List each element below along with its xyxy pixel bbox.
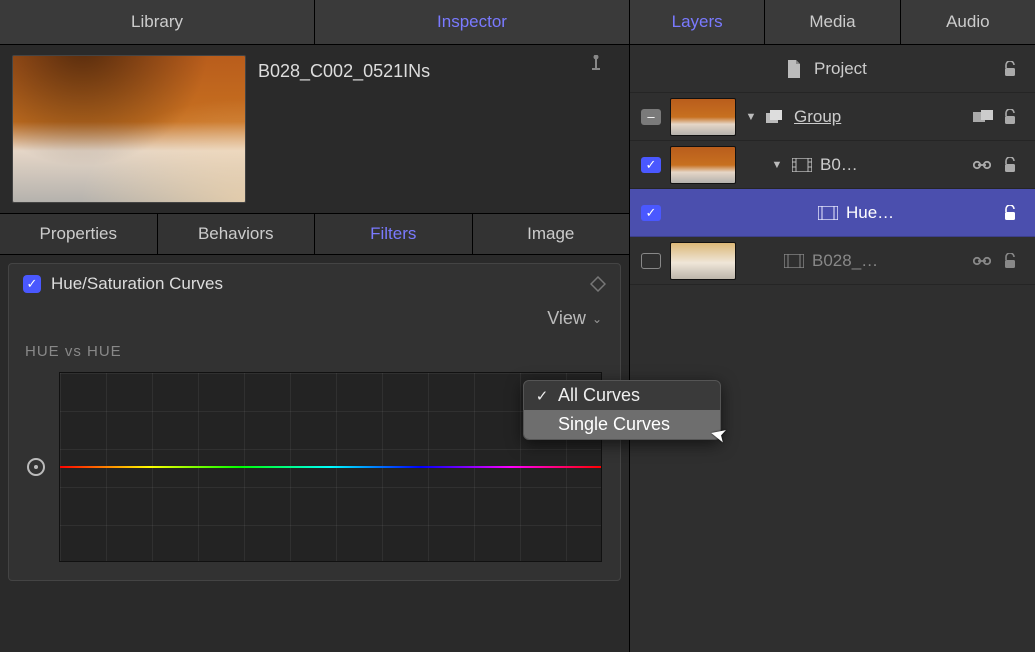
pin-icon[interactable] (589, 55, 617, 77)
lock-icon[interactable] (1003, 205, 1025, 221)
layer-row-clip[interactable]: ✓ ▼ B0… (630, 141, 1035, 189)
layer-name: Hue… (846, 203, 965, 223)
lock-icon[interactable] (1003, 109, 1025, 125)
filter-enable-checkbox[interactable]: ✓ (23, 275, 41, 293)
clip-header: B028_C002_0521INs (0, 45, 629, 213)
film-icon (792, 158, 812, 172)
filter-title: Hue/Saturation Curves (51, 274, 580, 294)
hue-gradient-line (60, 466, 601, 468)
hue-curve-grid[interactable] (59, 372, 602, 562)
link-icon[interactable] (973, 256, 995, 266)
layer-name: B0… (820, 155, 965, 175)
group-icon (766, 110, 786, 124)
menu-item-label: All Curves (558, 385, 640, 406)
chevron-down-icon: ⌄ (592, 312, 602, 326)
layer-row-project[interactable]: Project (630, 45, 1035, 93)
menu-item-label: Single Curves (558, 414, 670, 435)
clip-name: B028_C002_0521INs (246, 55, 589, 88)
layer-thumbnail (670, 146, 736, 184)
clip-thumbnail (12, 55, 246, 203)
layer-name: B028_… (812, 251, 965, 271)
tab-library[interactable]: Library (0, 0, 315, 44)
left-tabbar: Library Inspector (0, 0, 629, 45)
layer-row-clip2[interactable]: B028_… (630, 237, 1035, 285)
document-icon (786, 60, 806, 78)
visibility-toggle[interactable]: ✓ (640, 157, 662, 173)
tab-media[interactable]: Media (765, 0, 900, 44)
lock-icon[interactable] (1003, 253, 1025, 269)
view-dropdown[interactable]: View ⌄ (547, 308, 602, 329)
checkmark-icon: ✓ (534, 387, 550, 405)
link-icon[interactable] (973, 160, 995, 170)
view-dropdown-label: View (547, 308, 586, 329)
film-icon (784, 254, 804, 268)
inspector-subtabs: Properties Behaviors Filters Image (0, 213, 629, 255)
menu-item-single-curves[interactable]: Single Curves (524, 410, 720, 439)
disclosure-triangle-icon[interactable]: ▼ (744, 111, 758, 123)
tab-audio[interactable]: Audio (901, 0, 1035, 44)
tab-inspector[interactable]: Inspector (315, 0, 629, 44)
keyframe-icon[interactable] (590, 276, 606, 292)
visibility-toggle[interactable] (640, 253, 662, 269)
curve-label: HUE vs HUE (23, 339, 606, 372)
film-icon (818, 206, 838, 220)
visibility-toggle[interactable]: – (640, 109, 662, 125)
lock-icon[interactable] (1003, 61, 1025, 77)
layer-name: Group (794, 107, 965, 127)
layer-thumbnail (670, 98, 736, 136)
layer-thumbnail (670, 242, 736, 280)
visibility-toggle[interactable]: ✓ (640, 205, 662, 221)
right-tabbar: Layers Media Audio (630, 0, 1035, 45)
mask-icon[interactable] (973, 110, 995, 124)
tab-layers[interactable]: Layers (630, 0, 765, 44)
layer-name: Project (814, 59, 965, 79)
subtab-filters[interactable]: Filters (315, 214, 473, 254)
lock-icon[interactable] (1003, 157, 1025, 173)
menu-item-all-curves[interactable]: ✓ All Curves (524, 381, 720, 410)
view-dropdown-menu: ✓ All Curves Single Curves (523, 380, 721, 440)
eyedropper-button[interactable] (27, 458, 45, 476)
layer-row-group[interactable]: – ▼ Group (630, 93, 1035, 141)
subtab-properties[interactable]: Properties (0, 214, 158, 254)
layer-row-filter[interactable]: ✓ Hue… (630, 189, 1035, 237)
subtab-image[interactable]: Image (473, 214, 630, 254)
subtab-behaviors[interactable]: Behaviors (158, 214, 316, 254)
disclosure-triangle-icon[interactable]: ▼ (770, 159, 784, 171)
